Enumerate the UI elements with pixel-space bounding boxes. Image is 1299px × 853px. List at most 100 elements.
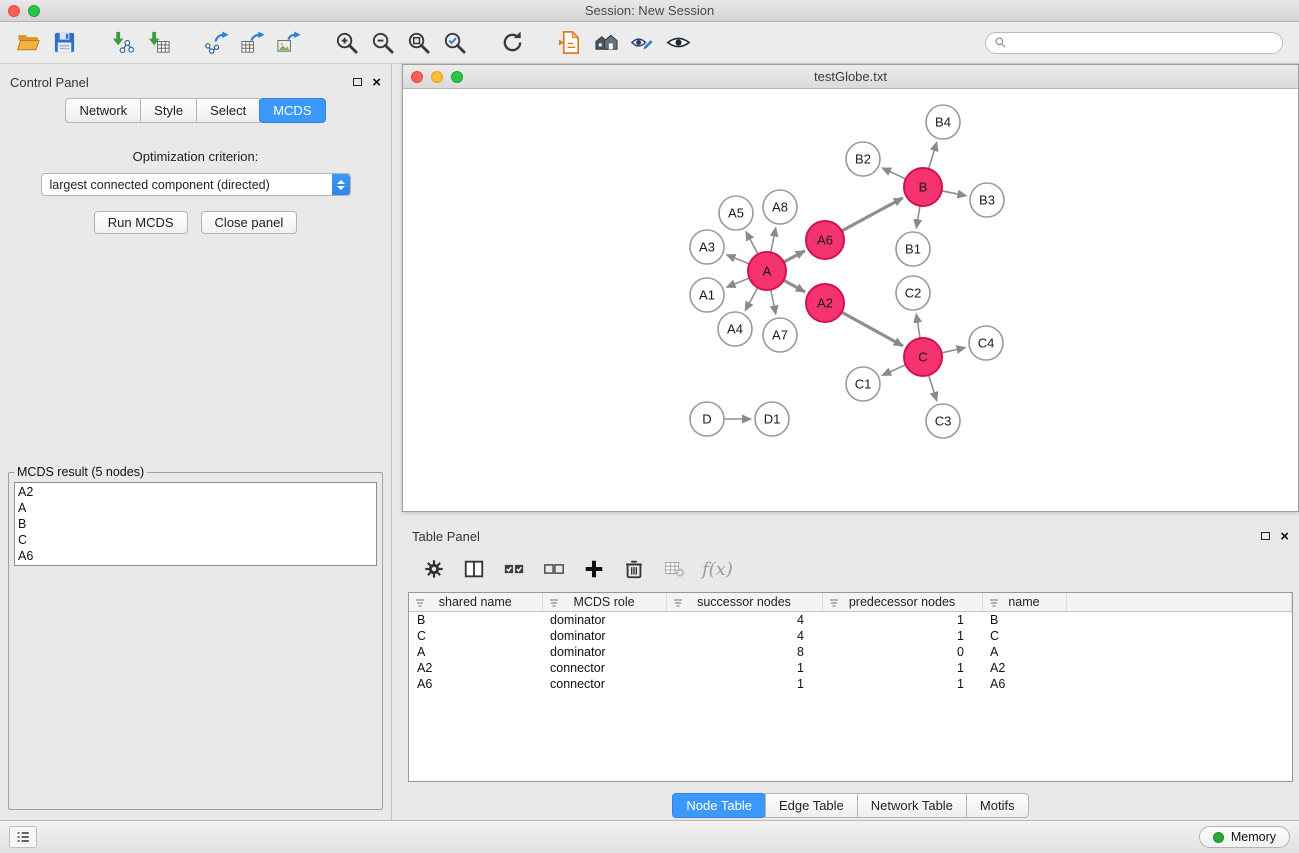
network-edge-C-C3[interactable]	[929, 375, 937, 401]
network-node-C4[interactable]: C4	[969, 326, 1003, 360]
network-node-A3[interactable]: A3	[690, 230, 724, 264]
memory-button[interactable]: Memory	[1199, 826, 1290, 848]
network-edge-C-C2[interactable]	[916, 314, 920, 338]
network-node-A8[interactable]: A8	[763, 190, 797, 224]
column-header-successor-nodes[interactable]: successor nodes	[666, 593, 822, 612]
delete-table-button[interactable]	[656, 552, 692, 586]
import-network-button[interactable]	[104, 26, 140, 60]
network-node-D1[interactable]: D1	[755, 402, 789, 436]
run-mcds-button[interactable]: Run MCDS	[94, 211, 188, 234]
network-node-C2[interactable]: C2	[896, 276, 930, 310]
optimization-criterion-dropdown[interactable]: largest connected component (directed)	[41, 173, 351, 196]
network-edge-A-A1[interactable]	[726, 278, 749, 287]
open-network-file-button[interactable]	[552, 26, 588, 60]
network-edge-B-B2[interactable]	[882, 168, 906, 179]
table-settings-button[interactable]	[416, 552, 452, 586]
network-node-B4[interactable]: B4	[926, 105, 960, 139]
close-table-panel-button[interactable]: ×	[1280, 529, 1289, 544]
mcds-result-item[interactable]: A6	[18, 548, 373, 564]
network-node-A7[interactable]: A7	[763, 318, 797, 352]
node-table-container[interactable]: shared name MCDS role successor nodes	[408, 592, 1293, 782]
network-node-C[interactable]: C	[904, 338, 942, 376]
mcds-result-item[interactable]: B	[18, 516, 373, 532]
task-history-button[interactable]	[9, 826, 37, 848]
network-node-D[interactable]: D	[690, 402, 724, 436]
network-canvas[interactable]: B4B2BB3A5A8A6B1A3AC2A1A2A4A7C4CC1C3DD1	[403, 89, 1298, 511]
tab-network-table[interactable]: Network Table	[857, 793, 967, 818]
tab-motifs[interactable]: Motifs	[966, 793, 1029, 818]
zoom-fit-button[interactable]	[400, 26, 436, 60]
export-image-button[interactable]	[270, 26, 306, 60]
network-node-A5[interactable]: A5	[719, 196, 753, 230]
network-edge-C-C4[interactable]	[942, 348, 966, 353]
network-edge-B-B1[interactable]	[916, 206, 920, 229]
network-node-B[interactable]: B	[904, 168, 942, 206]
network-edge-C-C1[interactable]	[882, 365, 906, 376]
tab-style[interactable]: Style	[140, 98, 197, 123]
network-node-A[interactable]: A	[748, 252, 786, 290]
network-edge-A6-B[interactable]	[842, 198, 903, 231]
network-edge-A2-C[interactable]	[842, 312, 903, 346]
export-network-button[interactable]	[198, 26, 234, 60]
network-graph[interactable]: B4B2BB3A5A8A6B1A3AC2A1A2A4A7C4CC1C3DD1	[403, 89, 1298, 511]
network-edge-A-A7[interactable]	[771, 290, 776, 315]
table-row[interactable]: A6connector11A6	[409, 676, 1292, 692]
network-edge-A-A5[interactable]	[746, 232, 758, 255]
style-preview-button[interactable]	[624, 26, 660, 60]
close-control-panel-button[interactable]: ×	[372, 75, 381, 90]
import-table-button[interactable]	[140, 26, 176, 60]
table-row[interactable]: A2connector11A2	[409, 660, 1292, 676]
network-node-B2[interactable]: B2	[846, 142, 880, 176]
network-edge-B-B3[interactable]	[942, 191, 967, 196]
save-session-button[interactable]	[46, 26, 82, 60]
network-node-B1[interactable]: B1	[896, 232, 930, 266]
network-node-B3[interactable]: B3	[970, 183, 1004, 217]
column-header-name[interactable]: name	[982, 593, 1066, 612]
tab-select[interactable]: Select	[196, 98, 260, 123]
mcds-result-item[interactable]: A	[18, 500, 373, 516]
network-edge-A-A4[interactable]	[745, 288, 758, 311]
table-row[interactable]: Cdominator41C	[409, 628, 1292, 644]
network-edge-A-A6[interactable]	[784, 251, 805, 262]
tab-network[interactable]: Network	[65, 98, 141, 123]
column-header-shared-name[interactable]: shared name	[409, 593, 542, 612]
refresh-button[interactable]	[494, 26, 530, 60]
network-edge-A-A2[interactable]	[784, 280, 805, 292]
network-node-A4[interactable]: A4	[718, 312, 752, 346]
network-edge-A-A8[interactable]	[771, 228, 776, 253]
column-layout-button[interactable]	[456, 552, 492, 586]
zoom-in-button[interactable]	[328, 26, 364, 60]
tab-edge-table[interactable]: Edge Table	[765, 793, 858, 818]
add-column-button[interactable]	[576, 552, 612, 586]
float-control-panel-button[interactable]	[353, 78, 362, 86]
network-edge-A-A3[interactable]	[726, 255, 749, 264]
mcds-result-item[interactable]: A2	[18, 484, 373, 500]
zoom-selected-button[interactable]	[436, 26, 472, 60]
tab-mcds[interactable]: MCDS	[259, 98, 325, 123]
mcds-result-item[interactable]: C	[18, 532, 373, 548]
deselect-all-button[interactable]	[536, 552, 572, 586]
column-header-predecessor-nodes[interactable]: predecessor nodes	[822, 593, 982, 612]
network-window-titlebar[interactable]: testGlobe.txt	[403, 65, 1298, 89]
network-node-C3[interactable]: C3	[926, 404, 960, 438]
select-all-button[interactable]	[496, 552, 532, 586]
network-node-A1[interactable]: A1	[690, 278, 724, 312]
zoom-out-button[interactable]	[364, 26, 400, 60]
close-panel-button[interactable]: Close panel	[201, 211, 298, 234]
table-row[interactable]: Bdominator41B	[409, 612, 1292, 629]
network-edge-B-B4[interactable]	[929, 142, 937, 169]
search-input[interactable]	[1012, 35, 1274, 51]
network-node-A2[interactable]: A2	[806, 284, 844, 322]
mcds-result-list[interactable]: A2ABCA6	[14, 482, 377, 566]
show-graphics-button[interactable]	[660, 26, 696, 60]
column-header-mcds-role[interactable]: MCDS role	[542, 593, 666, 612]
function-builder-button[interactable]: f(x)	[702, 559, 733, 580]
float-table-panel-button[interactable]	[1261, 532, 1270, 540]
table-row[interactable]: Adominator80A	[409, 644, 1292, 660]
open-file-button[interactable]	[10, 26, 46, 60]
search-box[interactable]	[985, 32, 1283, 54]
export-table-button[interactable]	[234, 26, 270, 60]
delete-column-button[interactable]	[616, 552, 652, 586]
network-node-C1[interactable]: C1	[846, 367, 880, 401]
home-view-button[interactable]	[588, 26, 624, 60]
